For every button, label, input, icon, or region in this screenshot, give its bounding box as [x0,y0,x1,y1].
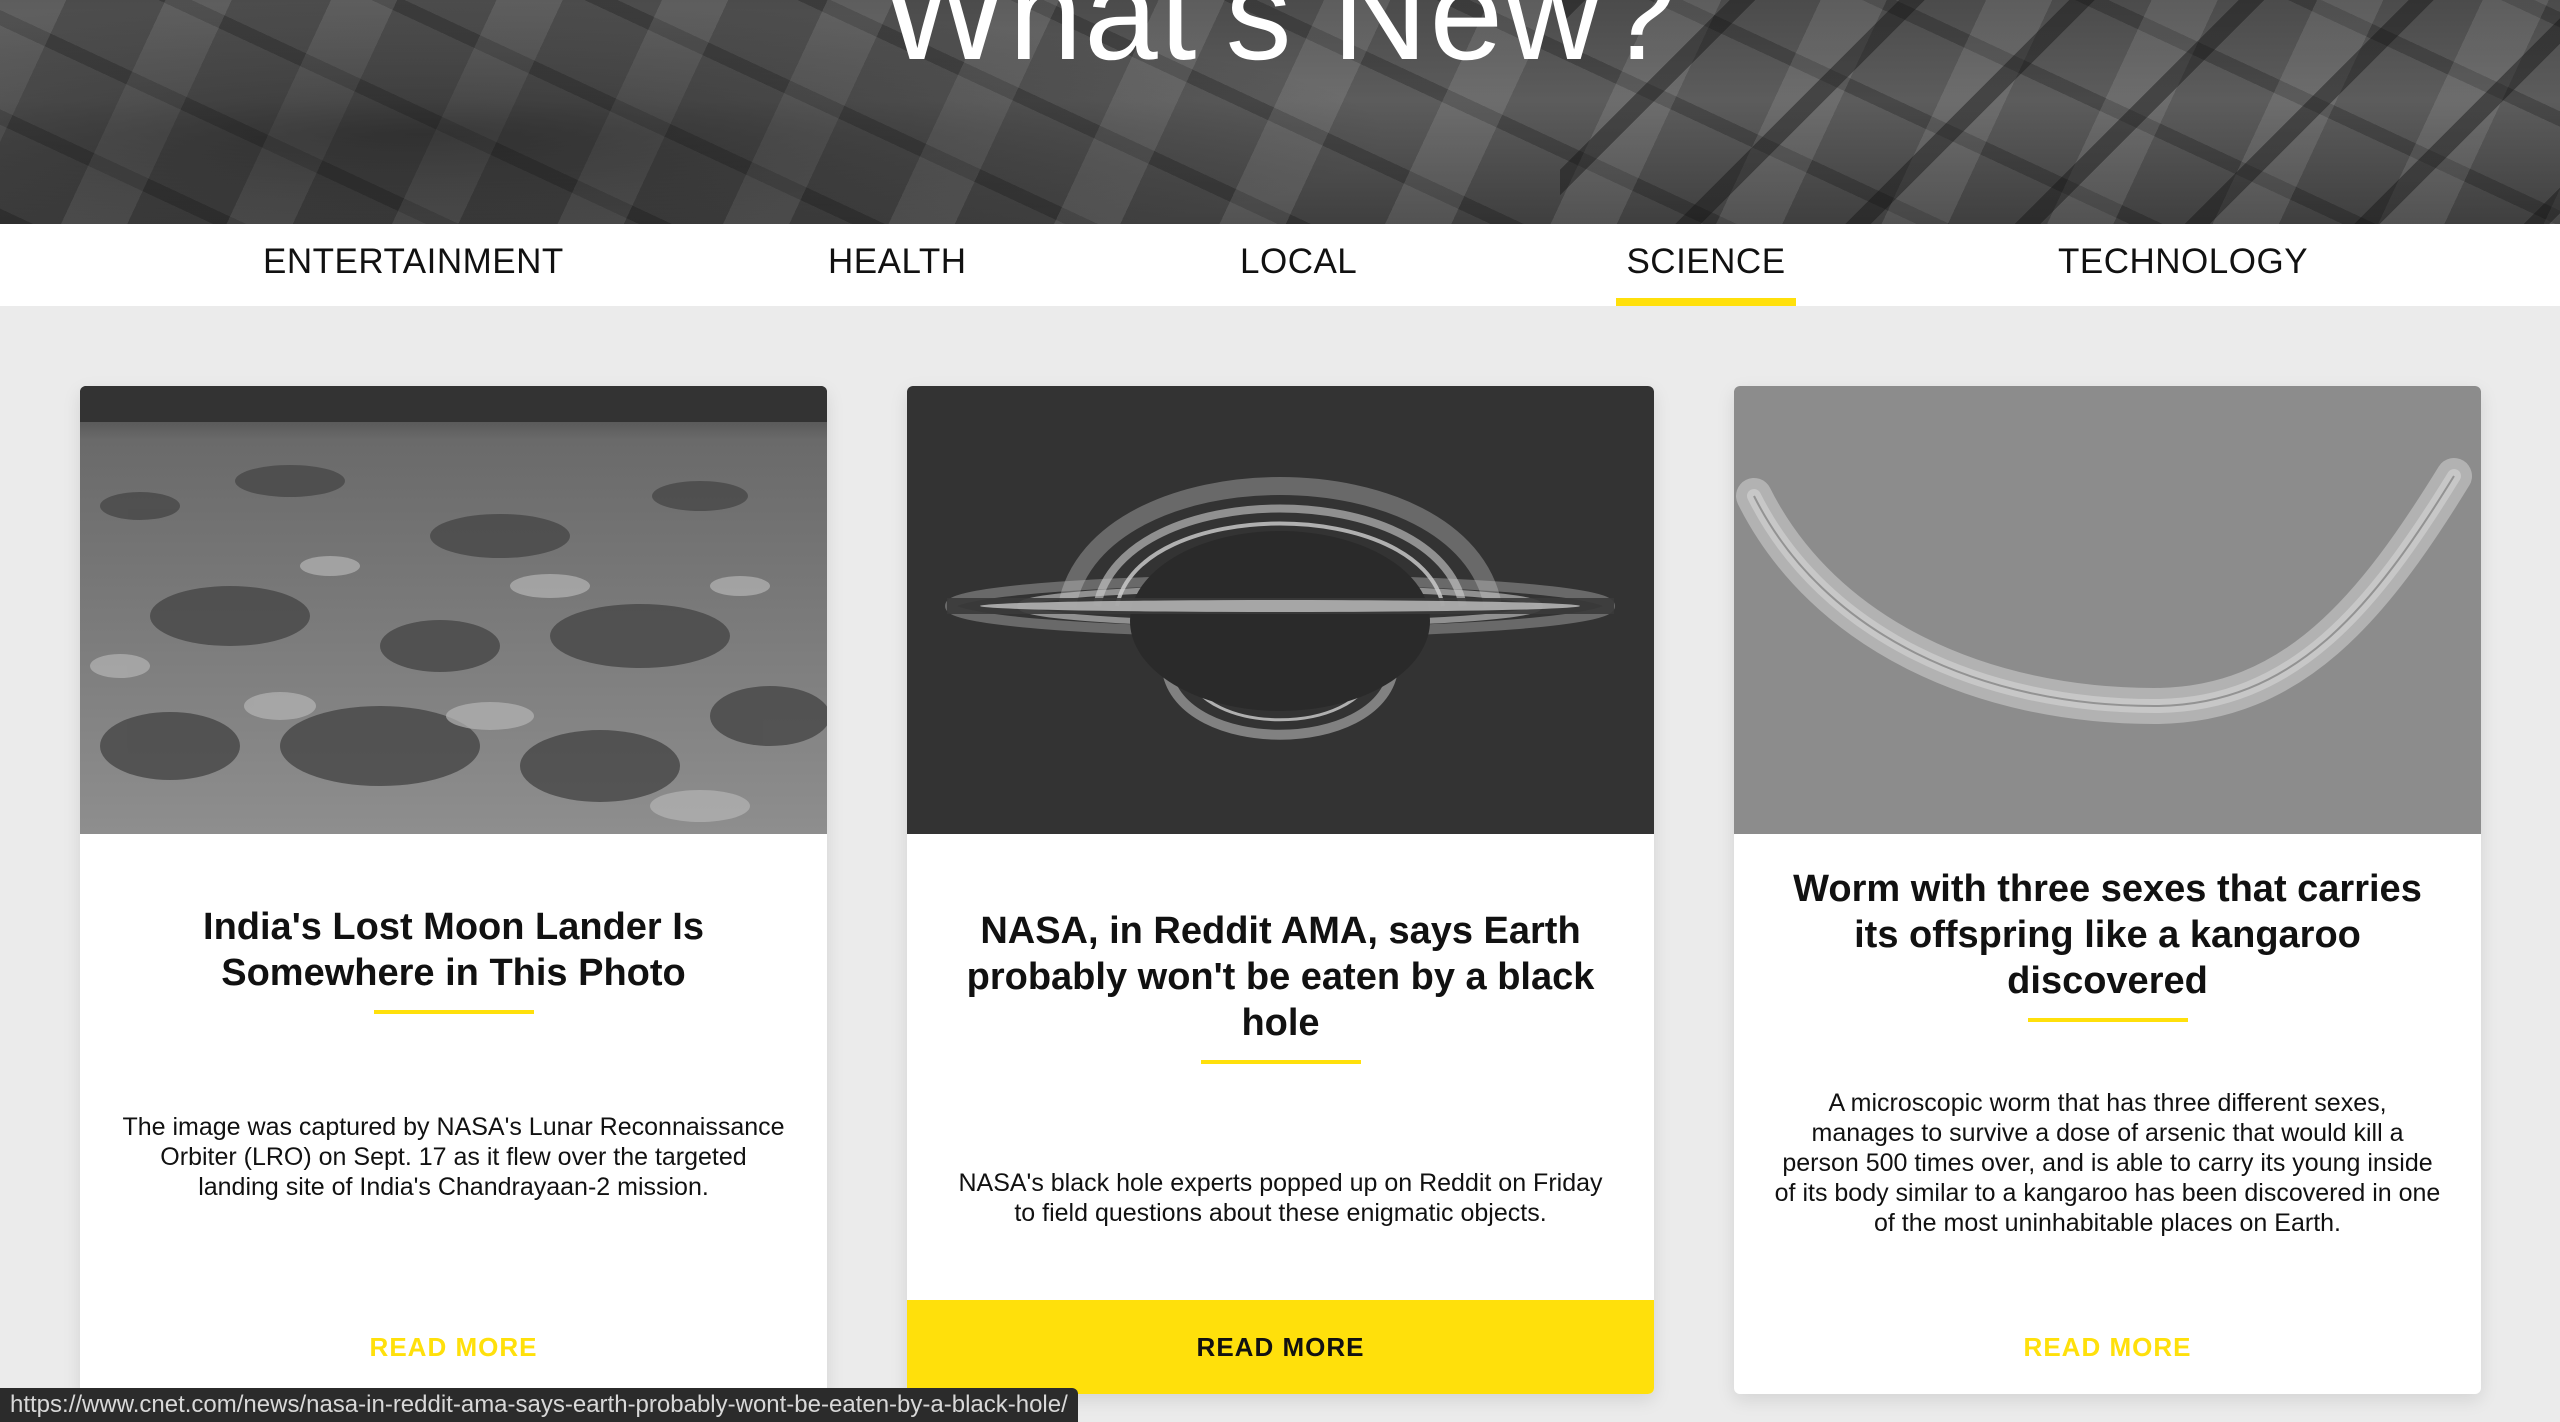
tab-entertainment[interactable]: ENTERTAINMENT [263,224,563,306]
tab-science[interactable]: SCIENCE [1616,224,1796,306]
tab-health[interactable]: HEALTH [828,224,966,306]
read-more-button[interactable]: READ MORE [907,1300,1654,1394]
article-image[interactable] [907,386,1654,834]
read-more-button[interactable]: READ MORE [80,1300,827,1394]
title-underline [2027,1018,2188,1022]
article-title[interactable]: NASA, in Reddit AMA, says Earth probably… [947,908,1614,1046]
article-card[interactable]: Worm with three sexes that carries its o… [1734,386,2481,1394]
link-status-bar: https://www.cnet.com/news/nasa-in-reddit… [0,1388,1078,1422]
title-underline [373,1010,534,1014]
article-description: The image was captured by NASA's Lunar R… [122,1113,785,1201]
article-description: A microscopic worm that has three differ… [1774,1089,2441,1237]
article-image[interactable] [80,386,827,834]
title-underline [1200,1060,1361,1064]
black-hole-image [907,386,1654,834]
article-image[interactable] [1734,386,2481,834]
article-title[interactable]: India's Lost Moon Lander Is Somewhere in… [120,904,787,996]
tab-technology[interactable]: TECHNOLOGY [2058,224,2308,306]
worm-microscope-image [1734,386,2481,834]
article-description: NASA's black hole experts popped up on R… [958,1169,1603,1227]
hero-banner: What's New? [0,0,2560,224]
category-tabs: ENTERTAINMENT HEALTH LOCAL SCIENCE TECHN… [0,224,2560,306]
moon-surface-image [80,386,827,834]
article-title[interactable]: Worm with three sexes that carries its o… [1774,866,2441,1004]
article-card[interactable]: India's Lost Moon Lander Is Somewhere in… [80,386,827,1394]
tab-local[interactable]: LOCAL [1240,224,1357,306]
article-card[interactable]: NASA, in Reddit AMA, says Earth probably… [907,386,1654,1394]
read-more-button[interactable]: READ MORE [1734,1300,2481,1394]
page-title: What's New? [882,0,1678,87]
